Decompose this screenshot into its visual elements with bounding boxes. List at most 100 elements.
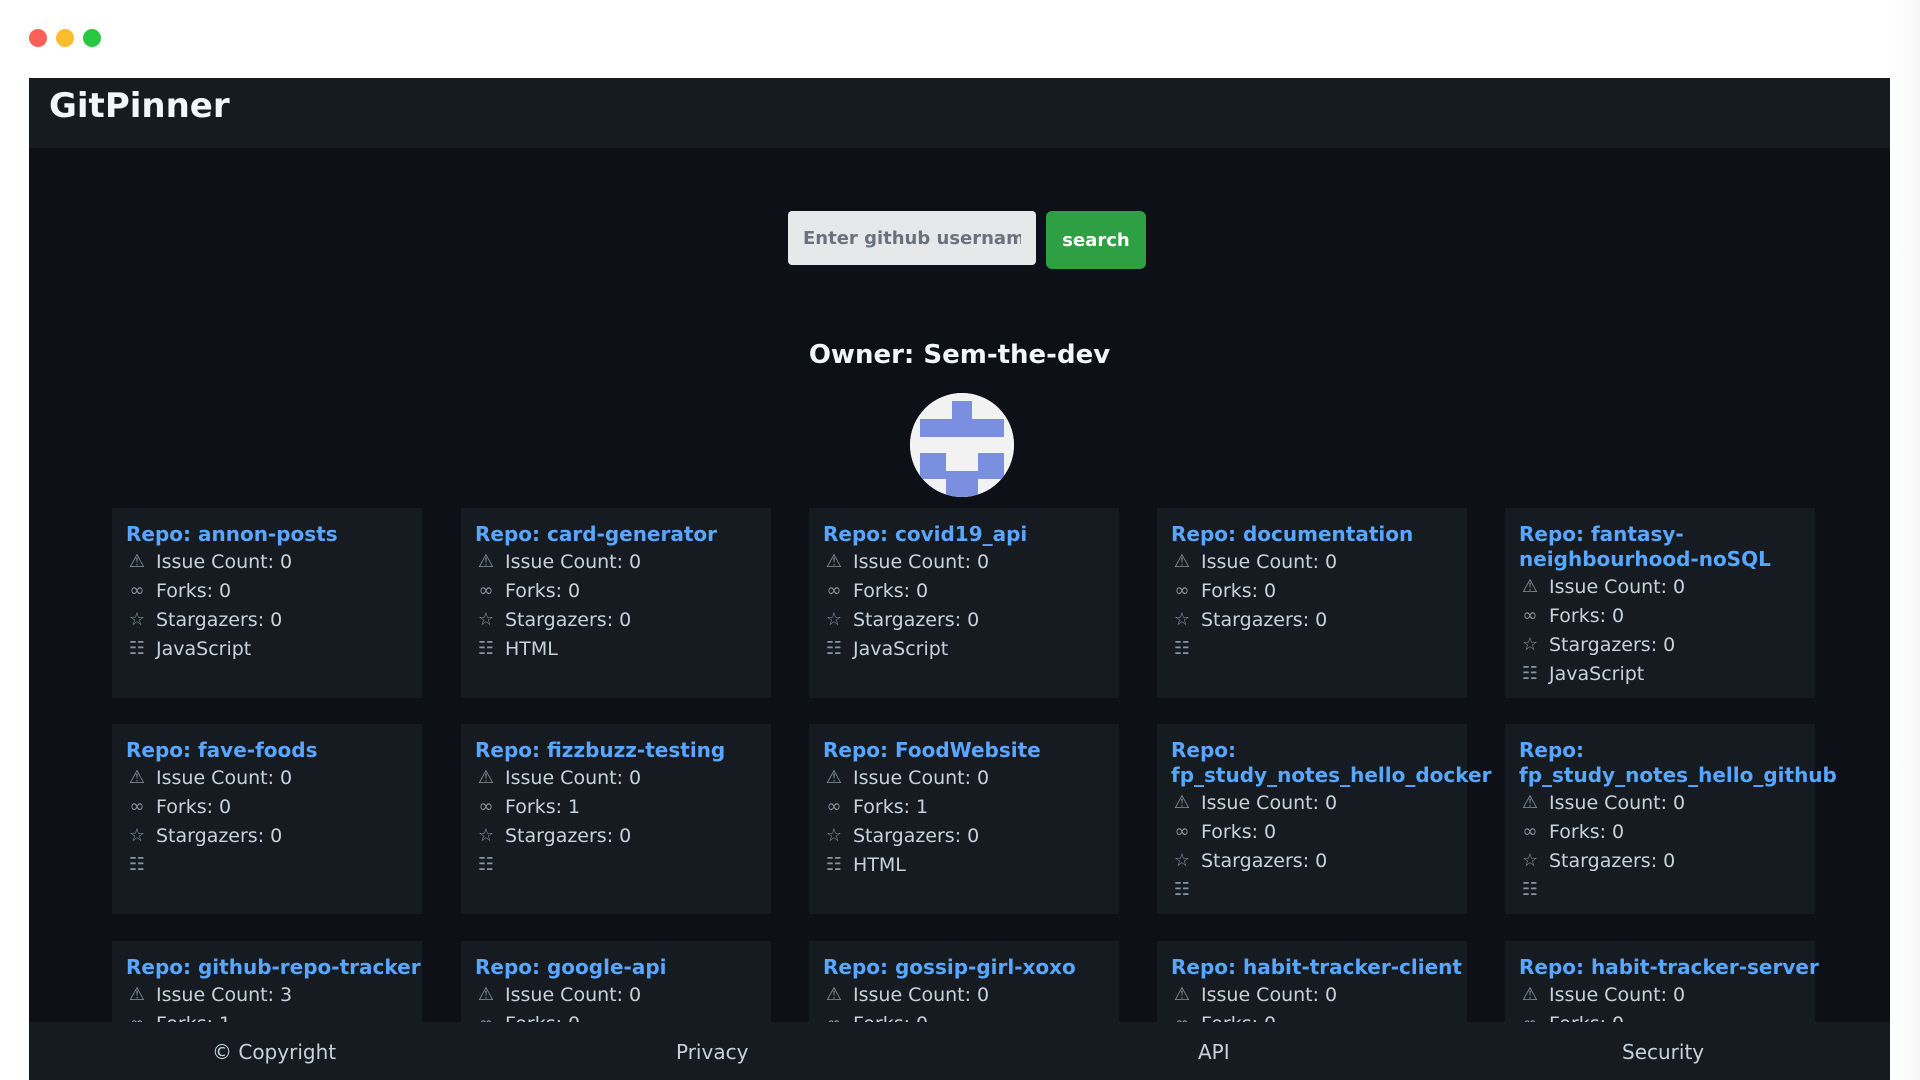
repo-issues-row: ⚠ Issue Count: 0 [1171, 980, 1453, 1009]
footer-api-link[interactable]: API [1198, 1040, 1230, 1064]
language-icon: ☷ [1521, 879, 1539, 900]
repo-name-link[interactable]: Repo: fp_study_notes_hello_docker [1171, 738, 1501, 788]
alert-icon: ⚠ [825, 984, 843, 1005]
repo-stars-value: Stargazers: 0 [505, 824, 632, 847]
repo-language-value: HTML [853, 853, 906, 876]
repo-name-link[interactable]: Repo: FoodWebsite [823, 738, 1153, 763]
repo-forks-value: Forks: 0 [156, 795, 232, 818]
star-icon: ☆ [128, 825, 146, 846]
repo-forks-row: ∞ Forks: 0 [1171, 817, 1453, 846]
repo-name-link[interactable]: Repo: fave-foods [126, 738, 456, 763]
repo-stars-value: Stargazers: 0 [156, 608, 283, 631]
repo-card[interactable]: Repo: fp_study_notes_hello_github ⚠ Issue … [1505, 724, 1837, 914]
repo-name-link[interactable]: Repo: github-repo-tracker [126, 955, 456, 980]
repo-language-row: ☷ HTML [475, 634, 757, 663]
repo-stars-row: ☆ Stargazers: 0 [1519, 846, 1801, 875]
footer-copyright-link[interactable]: © Copyright [212, 1040, 336, 1064]
minimize-window-button[interactable] [56, 29, 74, 47]
app-window: GitPinner search Owner: Sem-the-dev Repo… [29, 78, 1890, 1080]
repo-card[interactable]: Repo: annon-posts ⚠ Issue Count: 0 ∞ Forks: … [112, 508, 422, 698]
repo-language-row: ☷ HTML [823, 850, 1105, 879]
repo-card[interactable]: Repo: fizzbuzz-testing ⚠ Issue Count: 0 ∞ Fo… [461, 724, 771, 914]
username-search-input[interactable] [788, 211, 1036, 265]
repo-forks-row: ∞ Forks: 1 [823, 792, 1105, 821]
repo-issues-row: ⚠ Issue Count: 0 [475, 763, 757, 792]
repo-issues-value: Issue Count: 0 [853, 766, 990, 789]
repo-stars-row: ☆ Stargazers: 0 [1519, 630, 1801, 659]
search-button[interactable]: search [1046, 211, 1146, 269]
avatar [910, 393, 1014, 497]
repo-language-row: ☷ JavaScript [1519, 659, 1801, 688]
repo-card[interactable]: Repo: fantasy-neighbourhood-noSQL ⚠ Issue … [1505, 508, 1815, 698]
repo-stars-value: Stargazers: 0 [1549, 633, 1676, 656]
repo-name-link[interactable]: Repo: fizzbuzz-testing [475, 738, 805, 763]
star-icon: ☆ [477, 825, 495, 846]
alert-icon: ⚠ [1173, 551, 1191, 572]
repo-issues-value: Issue Count: 0 [1201, 983, 1338, 1006]
repo-issues-row: ⚠ Issue Count: 0 [475, 980, 757, 1009]
repo-issues-row: ⚠ Issue Count: 3 [126, 980, 408, 1009]
repo-issues-row: ⚠ Issue Count: 0 [823, 980, 1105, 1009]
repo-name-link[interactable]: Repo: card-generator [475, 522, 805, 547]
language-icon: ☷ [1521, 663, 1539, 684]
repo-name-link[interactable]: Repo: habit-tracker-client [1171, 955, 1501, 980]
repo-issues-value: Issue Count: 0 [156, 766, 293, 789]
maximize-window-button[interactable] [83, 29, 101, 47]
repo-name-link[interactable]: Repo: habit-tracker-server [1519, 955, 1849, 980]
repo-card[interactable]: Repo: covid19_api ⚠ Issue Count: 0 ∞ Forks: … [809, 508, 1119, 698]
window-shadow [1890, 0, 1920, 1080]
repo-forks-row: ∞ Forks: 0 [126, 792, 408, 821]
star-icon: ☆ [825, 609, 843, 630]
repo-name-link[interactable]: Repo: covid19_api [823, 522, 1153, 547]
repo-stars-row: ☆ Stargazers: 0 [823, 821, 1105, 850]
owner-title: Owner: Sem-the-dev [808, 340, 1111, 370]
fork-icon: ∞ [1174, 821, 1190, 842]
repo-stars-row: ☆ Stargazers: 0 [823, 605, 1105, 634]
top-navbar: GitPinner [29, 78, 1890, 148]
repo-name-link[interactable]: Repo: fp_study_notes_hello_github [1519, 738, 1849, 788]
repo-issues-value: Issue Count: 0 [505, 550, 642, 573]
repo-forks-row: ∞ Forks: 0 [1171, 576, 1453, 605]
brand-logo[interactable]: GitPinner [49, 86, 230, 126]
repo-card[interactable]: Repo: fave-foods ⚠ Issue Count: 0 ∞ Forks: 0… [112, 724, 422, 914]
repo-stars-value: Stargazers: 0 [1549, 849, 1676, 872]
language-icon: ☷ [477, 638, 495, 659]
repo-issues-value: Issue Count: 0 [1549, 791, 1686, 814]
alert-icon: ⚠ [477, 551, 495, 572]
repo-forks-value: Forks: 0 [1549, 604, 1625, 627]
repo-name-link[interactable]: Repo: fantasy-neighbourhood-noSQL [1519, 522, 1849, 572]
repo-issues-row: ⚠ Issue Count: 0 [823, 547, 1105, 576]
repo-name-link[interactable]: Repo: annon-posts [126, 522, 456, 547]
repo-stars-value: Stargazers: 0 [156, 824, 283, 847]
repo-forks-value: Forks: 1 [853, 795, 929, 818]
close-window-button[interactable] [29, 29, 47, 47]
footer-security-link[interactable]: Security [1622, 1040, 1704, 1064]
repo-name-link[interactable]: Repo: google-api [475, 955, 805, 980]
repo-card[interactable]: Repo: fp_study_notes_hello_docker ⚠ Issue … [1157, 724, 1491, 914]
fork-icon: ∞ [1522, 605, 1538, 626]
star-icon: ☆ [1521, 634, 1539, 655]
repo-stars-value: Stargazers: 0 [853, 608, 980, 631]
footer-privacy-link[interactable]: Privacy [676, 1040, 748, 1064]
repo-issues-row: ⚠ Issue Count: 0 [126, 547, 408, 576]
repo-card[interactable]: Repo: FoodWebsite ⚠ Issue Count: 0 ∞ Forks: … [809, 724, 1119, 914]
alert-icon: ⚠ [1173, 984, 1191, 1005]
repo-language-row: ☷ [1171, 634, 1453, 663]
repo-language-value: JavaScript [156, 637, 252, 660]
repo-name-link[interactable]: Repo: gossip-girl-xoxo [823, 955, 1153, 980]
repo-forks-row: ∞ Forks: 0 [823, 576, 1105, 605]
repo-stars-row: ☆ Stargazers: 0 [1171, 605, 1453, 634]
repo-card[interactable]: Repo: card-generator ⚠ Issue Count: 0 ∞ Fork… [461, 508, 771, 698]
language-icon: ☷ [1173, 879, 1191, 900]
alert-icon: ⚠ [128, 767, 146, 788]
star-icon: ☆ [825, 825, 843, 846]
repo-card[interactable]: Repo: documentation ⚠ Issue Count: 0 ∞ Forks… [1157, 508, 1467, 698]
repo-stars-value: Stargazers: 0 [853, 824, 980, 847]
alert-icon: ⚠ [1521, 576, 1539, 597]
star-icon: ☆ [128, 609, 146, 630]
repo-forks-value: Forks: 0 [156, 579, 232, 602]
repo-name-link[interactable]: Repo: documentation [1171, 522, 1501, 547]
repo-issues-value: Issue Count: 0 [853, 983, 990, 1006]
repo-language-row: ☷ JavaScript [126, 634, 408, 663]
repo-forks-value: Forks: 1 [505, 795, 581, 818]
